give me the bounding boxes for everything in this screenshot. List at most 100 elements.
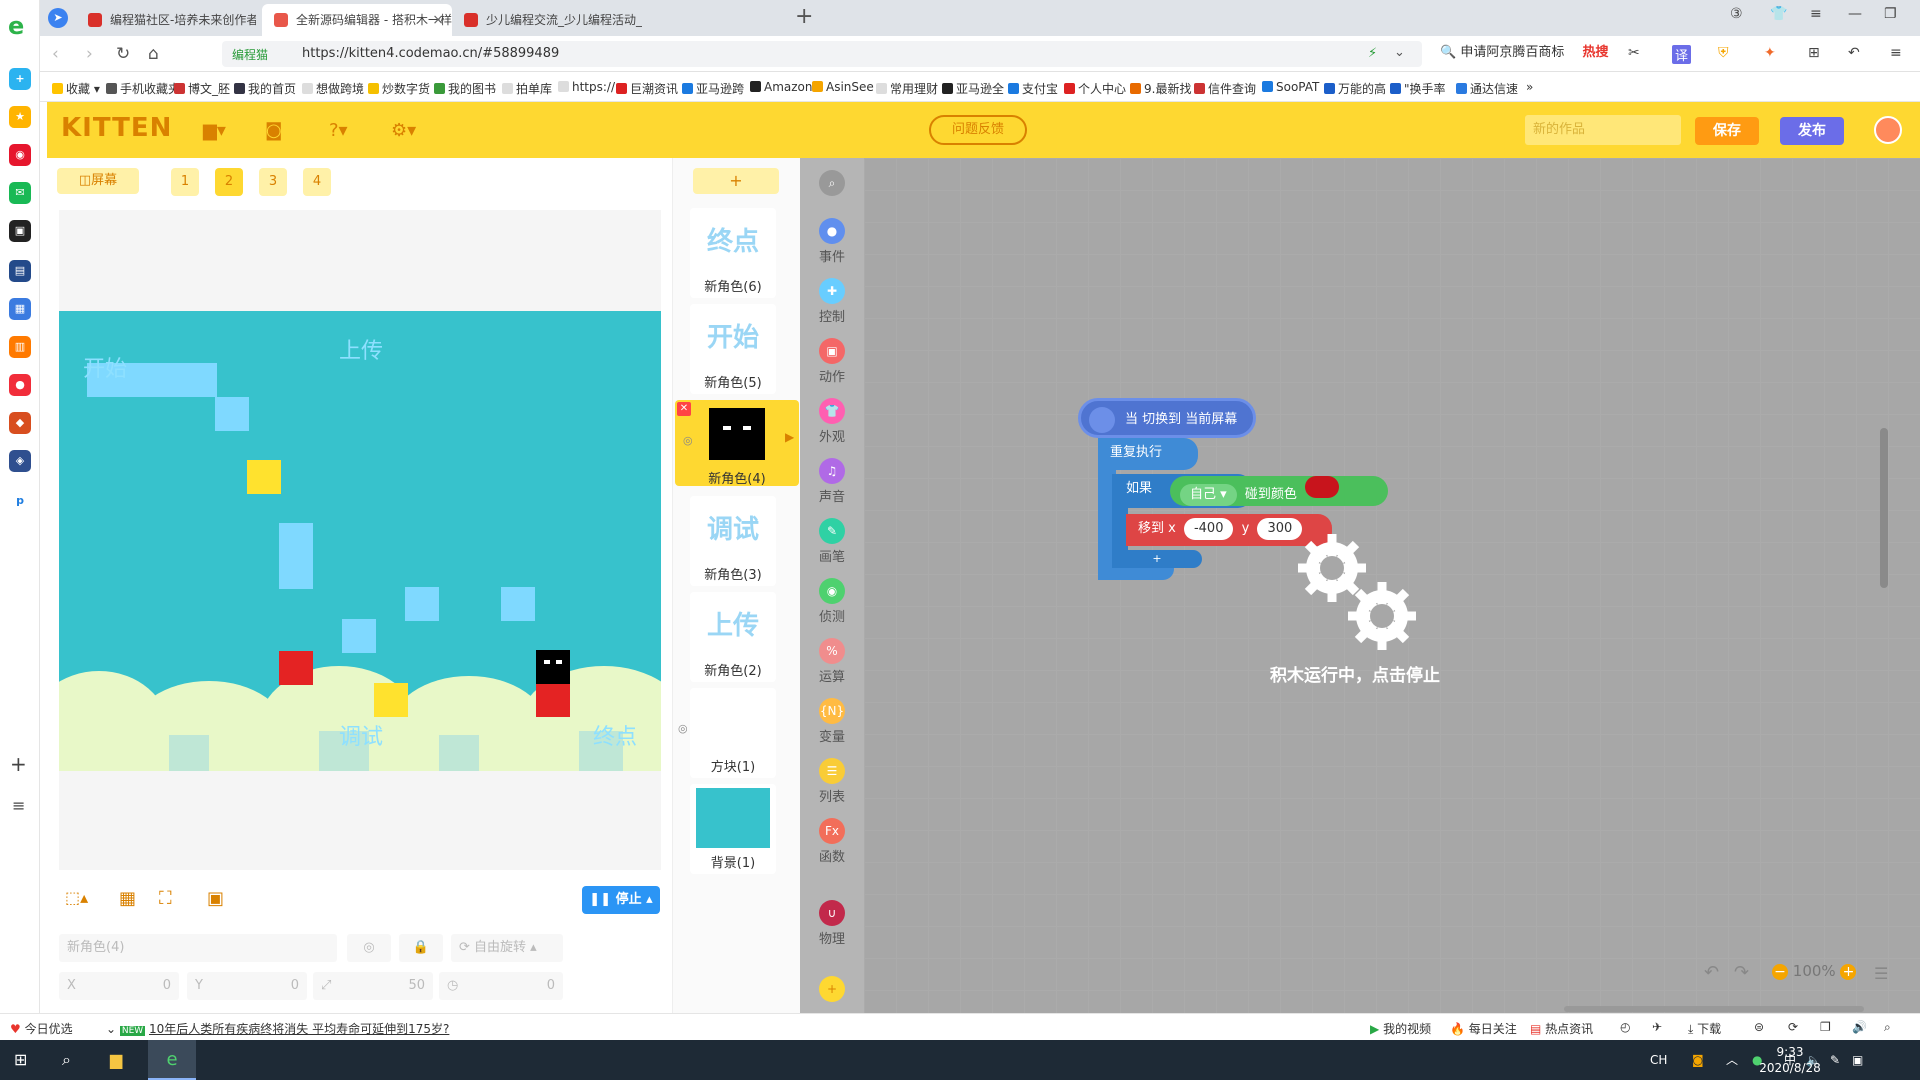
add-icon[interactable]: +: [9, 68, 31, 90]
category-operators[interactable]: % 运算: [800, 638, 864, 685]
hot-news[interactable]: ▤ 热点资讯: [1530, 1020, 1593, 1037]
tab-kids-coding[interactable]: 少儿编程交流_少儿编程活动_sc: [452, 4, 642, 36]
if-add-icon[interactable]: +: [1112, 550, 1202, 568]
navigate-icon[interactable]: ➤: [48, 8, 68, 28]
screen-page-2[interactable]: 2: [215, 168, 243, 196]
category-variables[interactable]: {N} 变量: [800, 698, 864, 745]
bookmark-item[interactable]: 我的图书: [434, 80, 496, 97]
add-extension-button[interactable]: +: [800, 976, 864, 1002]
bookmark-item[interactable]: 信件查询: [1194, 80, 1256, 97]
app-icon[interactable]: ●: [9, 374, 31, 396]
sprite-item[interactable]: 开始 新角色(5): [690, 304, 776, 394]
star-icon[interactable]: ★: [9, 106, 31, 128]
bookmark-item[interactable]: 我的首页: [234, 80, 296, 97]
zoom-out-icon[interactable]: −: [1772, 964, 1788, 980]
grid-icon[interactable]: ▦: [119, 888, 136, 909]
screen-page-4[interactable]: 4: [303, 168, 331, 196]
category-sound[interactable]: ♫ 声音: [800, 458, 864, 505]
direction-field[interactable]: ◷ 0: [439, 972, 563, 1000]
work-title-input[interactable]: 新的作品: [1525, 115, 1681, 145]
play-screen-icon[interactable]: ▣: [207, 888, 224, 909]
bookmark-item[interactable]: 巨潮资讯: [616, 80, 678, 97]
bookmark-item[interactable]: 亚马逊全: [942, 80, 1004, 97]
app-icon[interactable]: ▣: [9, 220, 31, 242]
chevron-down-icon[interactable]: ⌄: [1394, 45, 1405, 60]
bookmark-item[interactable]: 博文_胚: [174, 80, 230, 97]
color-picker[interactable]: [1304, 476, 1339, 498]
menu-icon[interactable]: ≡: [1890, 45, 1902, 61]
doc-icon[interactable]: ▦: [9, 298, 31, 320]
app-icon[interactable]: p: [9, 490, 31, 512]
bookmark-item[interactable]: 常用理财: [876, 80, 938, 97]
reload-icon[interactable]: ↻: [116, 44, 130, 64]
bookmark-item[interactable]: 手机收藏夹: [106, 80, 180, 97]
category-events[interactable]: ● 事件: [800, 218, 864, 265]
tray-chevron-icon[interactable]: ︿: [1726, 1040, 1738, 1080]
bookmark-item[interactable]: 想做跨境: [302, 80, 364, 97]
windows-start-icon[interactable]: ⊞: [14, 1040, 27, 1080]
stage-size-icon[interactable]: ⬚▴: [65, 888, 88, 907]
delete-sprite-icon[interactable]: ✕: [677, 402, 691, 416]
download[interactable]: ⤓ 下载: [1688, 1020, 1721, 1037]
sprite-item[interactable]: 终点 新角色(6): [690, 208, 776, 298]
tab-codemao-community[interactable]: 编程猫社区-培养未来创作者 - 汇: [76, 4, 256, 36]
category-looks[interactable]: 👕 外观: [800, 398, 864, 445]
bookmark-item[interactable]: "换手率: [1390, 80, 1446, 97]
zoom-in-icon[interactable]: +: [1840, 964, 1857, 980]
gear-icon[interactable]: ⚙▾: [391, 120, 416, 141]
window-icon[interactable]: ❐: [1820, 1020, 1831, 1034]
code-workspace[interactable]: 当 切换到 当前屏幕 重复执行 如果 自己 ▾ 碰到颜色 移到 x -400 y…: [864, 158, 1920, 1013]
hide-icon[interactable]: ◎: [678, 722, 688, 735]
x-field[interactable]: X0: [59, 972, 179, 1000]
visibility-toggle[interactable]: ◎: [347, 934, 391, 962]
category-functions[interactable]: Fx 函数: [800, 818, 864, 865]
bookmark-item[interactable]: Amazon: [750, 80, 813, 94]
chevron-right-icon[interactable]: ▶: [785, 430, 794, 444]
hat-block-screen-switch[interactable]: 当 切换到 当前屏幕: [1078, 398, 1257, 438]
stage-canvas[interactable]: 开始 上传 调试 终点: [59, 210, 661, 870]
category-sensing[interactable]: ◉ 侦测: [800, 578, 864, 625]
search-blocks[interactable]: ⌕: [800, 170, 864, 196]
back-icon[interactable]: ‹: [52, 44, 59, 64]
fullscreen-icon[interactable]: ⛶: [159, 888, 172, 909]
zoom-icon[interactable]: ⌕: [1884, 1020, 1891, 1035]
game-icon[interactable]: ◈: [9, 450, 31, 472]
category-lists[interactable]: ☰ 列表: [800, 758, 864, 805]
more-bookmarks-icon[interactable]: »: [1526, 80, 1533, 94]
close-tab-icon[interactable]: ×: [432, 4, 444, 36]
y-field[interactable]: Y0: [187, 972, 307, 1000]
bookmark-item[interactable]: 炒数字货: [368, 80, 430, 97]
bookmark-item[interactable]: 9.最新找: [1130, 80, 1191, 97]
language-indicator[interactable]: CH: [1650, 1040, 1667, 1080]
bookmark-item[interactable]: 拍单库: [502, 80, 552, 97]
app-icon[interactable]: ▤: [9, 260, 31, 282]
settings-menu-icon[interactable]: ≡: [1810, 6, 1822, 22]
shield-icon[interactable]: ⛨: [1718, 45, 1729, 61]
lock-toggle[interactable]: 🔒: [399, 934, 443, 962]
app-tray-icon[interactable]: ◙: [1692, 1040, 1704, 1080]
sprite-item[interactable]: ◎ 方块(1): [678, 688, 776, 778]
search-icon[interactable]: ⌕: [62, 1040, 71, 1080]
stop-button[interactable]: ❚❚ 停止 ▴: [582, 886, 660, 914]
clock[interactable]: 9:33 2020/8/28: [1755, 1044, 1825, 1076]
forever-loop-block[interactable]: 重复执行: [1098, 438, 1198, 470]
rotation-mode-select[interactable]: ⟳ 自由旋转 ▴: [451, 934, 563, 962]
sprite-item[interactable]: 上传 新角色(2): [690, 592, 776, 682]
refresh-icon[interactable]: ⟳: [1788, 1020, 1798, 1034]
rocket-icon[interactable]: ✈: [1652, 1020, 1662, 1034]
shirt-icon[interactable]: 👕: [1770, 6, 1787, 22]
browser-taskbar-icon[interactable]: e: [148, 1040, 196, 1080]
redo-icon[interactable]: ↷: [1734, 962, 1749, 983]
touching-color-block[interactable]: 自己 ▾ 碰到颜色: [1170, 476, 1388, 506]
x-input[interactable]: -400: [1183, 518, 1234, 540]
lightning-icon[interactable]: ⚡: [1368, 46, 1377, 61]
home-icon[interactable]: ⌂: [148, 44, 159, 64]
mail-icon[interactable]: ✉: [9, 182, 31, 204]
game-scene[interactable]: 开始 上传 调试 终点: [59, 311, 661, 771]
network-icon[interactable]: ✎: [1830, 1040, 1840, 1080]
save-button[interactable]: 保存: [1695, 117, 1759, 145]
tab-count-icon[interactable]: ③: [1730, 6, 1743, 22]
screen-page-1[interactable]: 1: [171, 168, 199, 196]
horizontal-scrollbar[interactable]: [1564, 1006, 1864, 1012]
undo-icon[interactable]: ↶: [1848, 45, 1860, 61]
